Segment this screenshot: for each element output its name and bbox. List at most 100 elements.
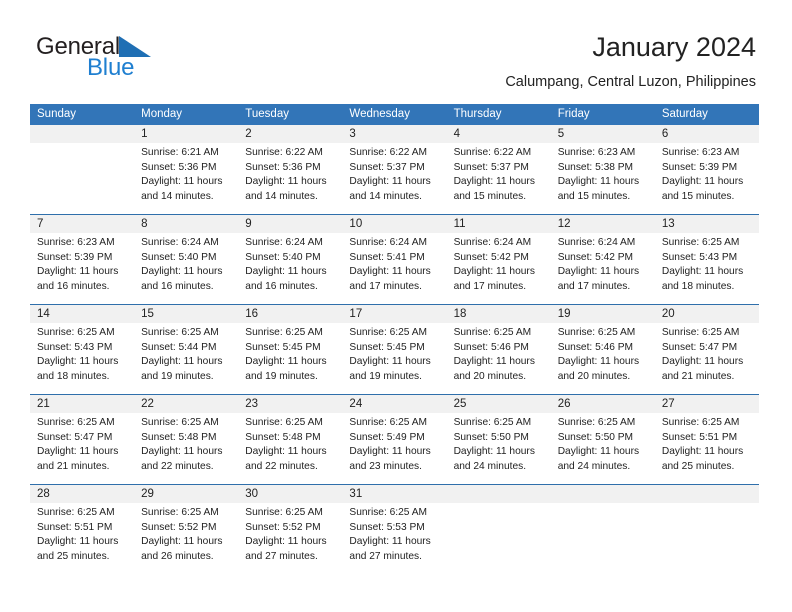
- day-sunset-text: Sunset: 5:39 PM: [37, 251, 113, 263]
- day-detail-cell: Sunrise: 6:21 AM Sunset: 5:36 PM Daylight:…: [134, 143, 238, 214]
- day-sunrise-text: Sunrise: 6:25 AM: [37, 417, 115, 428]
- day-number[interactable]: 14: [30, 305, 134, 323]
- day-number[interactable]: 6: [655, 125, 759, 143]
- day-number[interactable]: 21: [30, 395, 134, 413]
- day-number[interactable]: 22: [134, 395, 238, 413]
- brand-line-2: Blue: [36, 55, 266, 81]
- day-sunrise-text: Sunrise: 6:24 AM: [245, 237, 323, 248]
- day-sunrise-text: Sunrise: 6:25 AM: [37, 327, 115, 338]
- weekday-header-friday: Friday: [557, 108, 590, 120]
- day-sunrise-text: Sunrise: 6:22 AM: [349, 147, 428, 158]
- day-sunset-text: Sunset: 5:45 PM: [245, 341, 321, 353]
- day-daylight-1-text: Daylight: 11 hours: [37, 356, 119, 368]
- day-number[interactable]: 20: [655, 305, 759, 323]
- day-number[interactable]: 12: [551, 215, 655, 233]
- day-detail-cell: Sunrise: 6:25 AM Sunset: 5:53 PM Daylight:…: [342, 503, 446, 574]
- day-number[interactable]: 17: [342, 305, 446, 323]
- day-number[interactable]: 7: [30, 215, 134, 233]
- day-daylight-1-text: Daylight: 11 hours: [141, 446, 223, 458]
- day-number[interactable]: 25: [447, 395, 551, 413]
- day-daylight-2-text: and 15 minutes.: [557, 190, 631, 202]
- day-daylight-2-text: and 27 minutes.: [245, 550, 318, 562]
- day-detail-cell: Sunrise: 6:25 AM Sunset: 5:48 PM Daylight:…: [238, 413, 342, 484]
- day-number[interactable]: 19: [551, 305, 655, 323]
- day-number[interactable]: 9: [238, 215, 342, 233]
- day-number[interactable]: 4: [447, 125, 551, 143]
- day-number[interactable]: 30: [238, 485, 342, 503]
- day-sunset-text: Sunset: 5:52 PM: [245, 521, 321, 533]
- day-number[interactable]: 23: [238, 395, 342, 413]
- day-number[interactable]: 29: [134, 485, 238, 503]
- day-number[interactable]: 28: [30, 485, 134, 503]
- day-daylight-2-text: and 26 minutes.: [141, 550, 214, 562]
- week-detail-band: Sunrise: 6:25 AM Sunset: 5:47 PM Daylight:…: [30, 413, 759, 484]
- day-daylight-2-text: and 16 minutes.: [37, 280, 110, 292]
- day-daylight-1-text: Daylight: 11 hours: [349, 176, 431, 188]
- day-sunrise-text: Sunrise: 6:25 AM: [453, 417, 532, 428]
- day-number[interactable]: 13: [655, 215, 759, 233]
- day-number[interactable]: 24: [342, 395, 446, 413]
- day-daylight-2-text: and 17 minutes.: [453, 280, 527, 292]
- day-sunset-text: Sunset: 5:53 PM: [349, 521, 425, 533]
- day-detail-cell: Sunrise: 6:25 AM Sunset: 5:47 PM Daylight:…: [30, 413, 134, 484]
- day-number[interactable]: 18: [447, 305, 551, 323]
- weekday-header-sunday: Sunday: [37, 108, 77, 120]
- day-sunset-text: Sunset: 5:44 PM: [141, 341, 217, 353]
- day-sunrise-text: Sunrise: 6:23 AM: [37, 237, 115, 248]
- day-daylight-1-text: Daylight: 11 hours: [453, 446, 535, 458]
- day-sunrise-text: Sunrise: 6:25 AM: [349, 327, 428, 338]
- day-detail-cell: Sunrise: 6:23 AM Sunset: 5:39 PM Daylight:…: [655, 143, 759, 214]
- day-daylight-2-text: and 18 minutes.: [661, 280, 735, 292]
- day-number[interactable]: 10: [342, 215, 446, 233]
- day-daylight-2-text: and 16 minutes.: [245, 280, 318, 292]
- day-sunrise-text: Sunrise: 6:24 AM: [349, 237, 428, 248]
- day-number[interactable]: 5: [551, 125, 655, 143]
- day-sunrise-text: Sunrise: 6:22 AM: [453, 147, 532, 158]
- day-daylight-2-text: and 25 minutes.: [661, 460, 735, 472]
- page-subtitle: Calumpang, Central Luzon, Philippines: [505, 74, 756, 90]
- day-sunset-text: Sunset: 5:50 PM: [557, 431, 634, 443]
- day-daylight-1-text: Daylight: 11 hours: [349, 446, 431, 458]
- day-sunrise-text: Sunrise: 6:25 AM: [557, 327, 636, 338]
- day-number[interactable]: 8: [134, 215, 238, 233]
- day-daylight-1-text: Daylight: 11 hours: [37, 536, 119, 548]
- day-daylight-1-text: Daylight: 11 hours: [245, 446, 327, 458]
- day-sunrise-text: Sunrise: 6:25 AM: [661, 417, 740, 428]
- day-number[interactable]: 27: [655, 395, 759, 413]
- day-daylight-2-text: and 14 minutes.: [349, 190, 422, 202]
- day-detail-empty: [551, 503, 655, 574]
- day-daylight-2-text: and 22 minutes.: [245, 460, 318, 472]
- day-detail-cell: Sunrise: 6:24 AM Sunset: 5:42 PM Daylight:…: [447, 233, 551, 304]
- day-sunset-text: Sunset: 5:38 PM: [557, 161, 634, 173]
- day-sunrise-text: Sunrise: 6:25 AM: [245, 507, 323, 518]
- day-number[interactable]: 15: [134, 305, 238, 323]
- day-number[interactable]: 31: [342, 485, 446, 503]
- day-sunrise-text: Sunrise: 6:25 AM: [245, 327, 323, 338]
- day-sunset-text: Sunset: 5:46 PM: [453, 341, 529, 353]
- day-daylight-1-text: Daylight: 11 hours: [661, 176, 744, 188]
- day-sunrise-text: Sunrise: 6:25 AM: [37, 507, 115, 518]
- day-detail-cell: Sunrise: 6:25 AM Sunset: 5:44 PM Daylight:…: [134, 323, 238, 394]
- day-number[interactable]: 16: [238, 305, 342, 323]
- day-number[interactable]: 11: [447, 215, 551, 233]
- day-sunrise-text: Sunrise: 6:25 AM: [141, 507, 219, 518]
- day-sunrise-text: Sunrise: 6:25 AM: [453, 327, 532, 338]
- day-number[interactable]: 1: [134, 125, 238, 143]
- day-number[interactable]: 26: [551, 395, 655, 413]
- day-detail-cell: Sunrise: 6:25 AM Sunset: 5:51 PM Daylight:…: [655, 413, 759, 484]
- day-detail-cell: Sunrise: 6:25 AM Sunset: 5:43 PM Daylight:…: [30, 323, 134, 394]
- weekday-header-monday: Monday: [141, 108, 183, 120]
- calendar-week-row: 7 8 9 10 11 12 13 Sunrise: 6:23 AM Sunset: 5:39 …: [30, 214, 759, 304]
- day-daylight-2-text: and 24 minutes.: [557, 460, 631, 472]
- day-daylight-1-text: Daylight: 11 hours: [557, 446, 640, 458]
- day-detail-empty: [447, 503, 551, 574]
- day-detail-cell: Sunrise: 6:25 AM Sunset: 5:50 PM Daylight:…: [447, 413, 551, 484]
- week-date-band: 7 8 9 10 11 12 13: [30, 215, 759, 233]
- day-sunrise-text: Sunrise: 6:25 AM: [557, 417, 636, 428]
- day-sunset-text: Sunset: 5:47 PM: [661, 341, 738, 353]
- day-number[interactable]: 3: [342, 125, 446, 143]
- weekday-header-saturday: Saturday: [661, 108, 708, 120]
- day-daylight-2-text: and 20 minutes.: [557, 370, 631, 382]
- day-number[interactable]: 2: [238, 125, 342, 143]
- calendar-week-row: 28 29 30 31 Sunrise: 6:25 AM Sunset: 5:51 PM D…: [30, 484, 759, 574]
